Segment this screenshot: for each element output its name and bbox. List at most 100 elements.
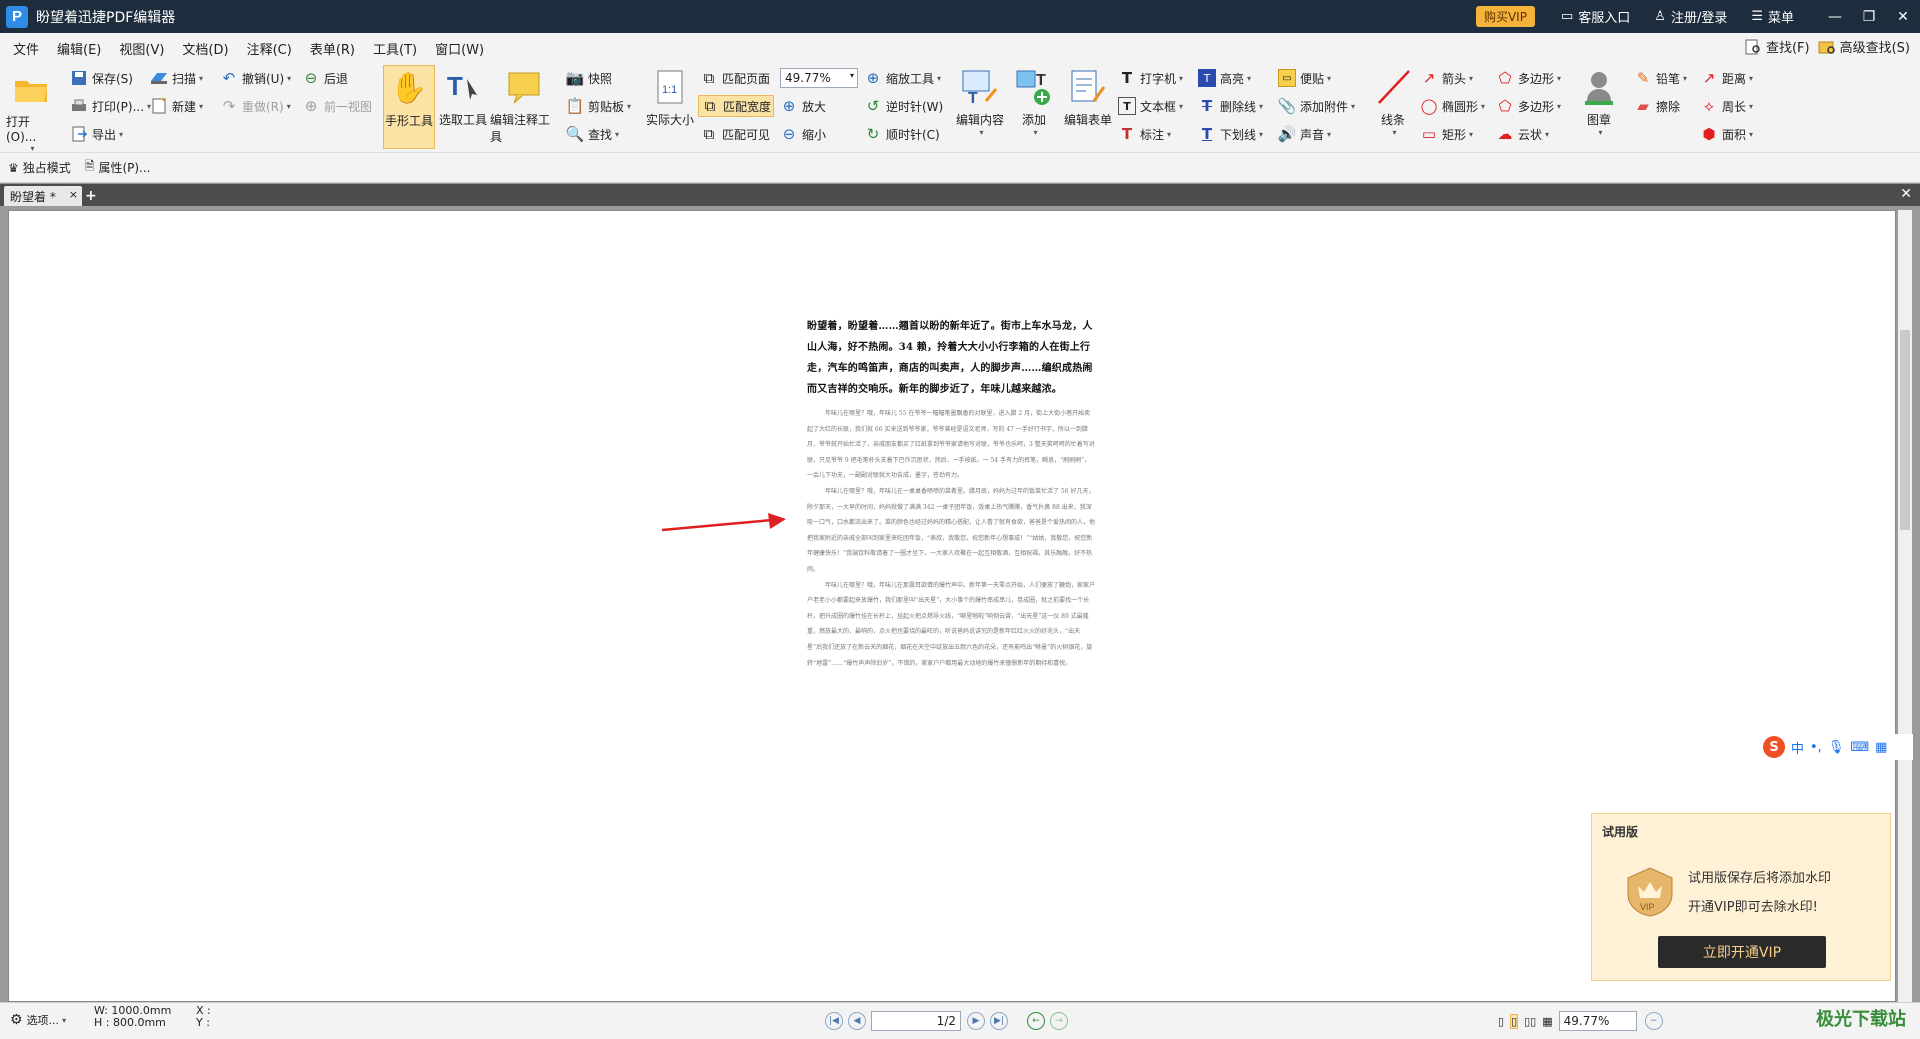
scrollbar-thumb[interactable] — [1900, 330, 1910, 530]
clipboard-button[interactable]: 📋 剪贴板 ▾ — [566, 97, 631, 115]
options-button[interactable]: ⚙ 选项... ▾ — [10, 1012, 66, 1028]
red-arrow-annotation[interactable] — [660, 510, 790, 550]
typewriter-button[interactable]: T 打字机 ▾ — [1118, 69, 1183, 87]
edit-content-button[interactable]: T 编辑内容 ▾ — [954, 65, 1006, 137]
rotate-cw-button[interactable]: ↻ 顺时针(C) — [864, 125, 940, 143]
pencil-tool-button[interactable]: ✎ 铅笔 ▾ — [1634, 69, 1687, 87]
cloud-tool-button[interactable]: ☁ 云状 ▾ — [1496, 125, 1550, 143]
facing-page-icon[interactable]: ▯▯ — [1524, 1015, 1536, 1028]
save-button[interactable]: 保存(S) — [70, 69, 133, 87]
menu-window[interactable]: 窗口(W) — [426, 39, 493, 58]
line-tool-button[interactable]: 线条 ▾ — [1370, 65, 1416, 137]
pdf-page[interactable]: 盼望着，盼望着……翘首以盼的新年近了。街市上车水马龙，人山人海，好不热闹。34 … — [807, 316, 1095, 766]
sound-button[interactable]: 🔊 声音 ▾ — [1278, 125, 1331, 143]
fit-visible-button[interactable]: ⧉ 匹配可见 — [700, 125, 770, 143]
first-page-icon[interactable]: |◀ — [825, 1012, 843, 1030]
menu-tools[interactable]: 工具(T) — [364, 39, 426, 58]
microphone-icon[interactable]: 🎙 — [1828, 740, 1845, 755]
find-tool-button[interactable]: 🔍 查找 ▾ — [566, 125, 619, 143]
customer-service-link[interactable]: ▭ 客服入口 — [1561, 7, 1630, 26]
login-link[interactable]: ♙ 注册/登录 — [1654, 7, 1727, 26]
back-button[interactable]: ⊖ 后退 — [302, 69, 348, 87]
close-document-icon[interactable]: ✕ — [1900, 186, 1912, 202]
distance-tool-button[interactable]: ↗ 距离 ▾ — [1700, 69, 1753, 87]
actual-size-button[interactable]: 1:1 实际大小 — [644, 65, 696, 128]
menu-button[interactable]: ☰ 菜单 — [1751, 7, 1794, 26]
continuous-page-icon[interactable]: ▯ — [1510, 1013, 1519, 1029]
vertical-scrollbar[interactable] — [1898, 210, 1912, 1002]
textbox-button[interactable]: T 文本框 ▾ — [1118, 97, 1183, 115]
single-page-icon[interactable]: ▯ — [1498, 1015, 1504, 1028]
rotate-ccw-button[interactable]: ↺ 逆时针(W) — [864, 97, 944, 115]
punctuation-icon[interactable]: •, — [1810, 740, 1822, 755]
status-zoom-out-icon[interactable]: − — [1644, 1012, 1663, 1030]
zoom-combo[interactable]: 49.77% ▾ — [780, 68, 858, 88]
underline-button[interactable]: T 下划线 ▾ — [1198, 125, 1263, 143]
sticky-note-button[interactable]: ▭ 便贴 ▾ — [1278, 69, 1331, 87]
zoom-in-button[interactable]: ⊕ 放大 — [780, 97, 826, 115]
polyline-tool-button[interactable]: ⬠ 多边形 ▾ — [1496, 97, 1561, 115]
open-button[interactable]: 打开(O)... ▾ — [6, 67, 56, 153]
arrow-tool-button[interactable]: ↗ 箭头 ▾ — [1420, 69, 1473, 87]
fit-page-button[interactable]: ⧉ 匹配页面 — [700, 69, 770, 87]
menu-edit[interactable]: 编辑(E) — [48, 39, 110, 58]
exclusive-mode-button[interactable]: ♛ 独占模式 — [8, 159, 71, 176]
export-button[interactable]: 导出 ▾ — [70, 125, 123, 143]
hand-tool-button[interactable]: ✋ 手形工具 — [383, 65, 435, 149]
app-title: 盼望着迅捷PDF编辑器 — [36, 9, 176, 26]
menu-file[interactable]: 文件 — [4, 39, 48, 58]
advanced-find-button[interactable]: 高级查找(S) — [1818, 37, 1910, 56]
forward-view-icon[interactable]: → — [1050, 1012, 1068, 1030]
perimeter-tool-button[interactable]: ⟡ 周长 ▾ — [1700, 97, 1753, 115]
highlight-button[interactable]: T 高亮 ▾ — [1198, 69, 1251, 87]
buy-vip-button[interactable]: 购买VIP — [1475, 6, 1535, 27]
new-tab-button[interactable]: + — [85, 188, 97, 204]
scan-button[interactable]: 扫描 ▾ — [150, 69, 203, 87]
redo-button[interactable]: ↷ 重做(R) ▾ — [220, 97, 291, 115]
attach-file-button[interactable]: 📎 添加附件 ▾ — [1278, 97, 1355, 115]
snapshot-button[interactable]: 📷 快照 — [566, 69, 612, 87]
document-tab[interactable]: 盼望着 * × — [4, 186, 82, 206]
stamp-button[interactable]: 图章 ▾ — [1576, 65, 1622, 137]
edit-form-button[interactable]: 编辑表单 — [1060, 65, 1116, 128]
fit-width-button[interactable]: ⧉ 匹配宽度 — [698, 95, 775, 117]
prev-page-icon[interactable]: ◀ — [848, 1012, 866, 1030]
ellipse-tool-button[interactable]: ◯ 椭圆形 ▾ — [1420, 97, 1485, 115]
menu-document[interactable]: 文档(D) — [173, 39, 237, 58]
area-tool-button[interactable]: ⬢ 面积 ▾ — [1700, 125, 1753, 143]
continuous-facing-icon[interactable]: ▦ — [1542, 1015, 1552, 1028]
eraser-tool-button[interactable]: ▰ 擦除 — [1634, 97, 1680, 115]
polygon-tool-button[interactable]: ⬠ 多边形 ▾ — [1496, 69, 1561, 87]
close-button[interactable]: ✕ — [1886, 9, 1920, 25]
menu-view[interactable]: 视图(V) — [110, 39, 173, 58]
zoom-tool-button[interactable]: ⊕ 缩放工具 ▾ — [864, 69, 941, 87]
undo-button[interactable]: ↶ 撤销(U) ▾ — [220, 69, 291, 87]
tab-close-icon[interactable]: × — [69, 188, 78, 201]
previous-view-button[interactable]: ⊕ 前一视图 — [302, 97, 372, 115]
add-button[interactable]: T 添加 ▾ — [1008, 65, 1060, 137]
print-button[interactable]: 打印(P)... ▾ — [70, 97, 151, 115]
properties-button[interactable]: 🗎 属性(P)... — [85, 157, 151, 178]
minimize-button[interactable]: — — [1818, 9, 1852, 25]
page-number-input[interactable]: 1/2 — [871, 1011, 961, 1031]
select-tool-button[interactable]: T 选取工具 — [437, 65, 489, 128]
next-page-icon[interactable]: ▶ — [967, 1012, 985, 1030]
new-button[interactable]: 新建 ▾ — [150, 97, 203, 115]
menu-form[interactable]: 表单(R) — [301, 39, 364, 58]
back-view-icon[interactable]: ← — [1027, 1012, 1045, 1030]
rectangle-tool-button[interactable]: ▭ 矩形 ▾ — [1420, 125, 1473, 143]
grid-icon[interactable]: ▦ — [1875, 740, 1887, 755]
find-button[interactable]: 查找(F) — [1744, 37, 1810, 56]
callout-button[interactable]: T 标注 ▾ — [1118, 125, 1171, 143]
strikeout-button[interactable]: T 删除线 ▾ — [1198, 97, 1263, 115]
keyboard-icon[interactable]: ⌨ — [1850, 740, 1869, 755]
status-zoom-combo[interactable]: 49.77% — [1558, 1011, 1637, 1031]
maximize-button[interactable]: ❐ — [1852, 9, 1886, 25]
zoom-out-button[interactable]: ⊖ 缩小 — [780, 125, 826, 143]
menu-comment[interactable]: 注释(C) — [238, 39, 301, 58]
edit-annotation-tool-button[interactable]: 编辑注释工具 — [490, 65, 560, 145]
open-vip-button[interactable]: 立即开通VIP — [1658, 936, 1826, 968]
last-page-icon[interactable]: ▶| — [990, 1012, 1008, 1030]
ime-toolbar[interactable]: S 中 •, 🎙 ⌨ ▦ — [1763, 734, 1913, 760]
ime-mode-label[interactable]: 中 — [1791, 738, 1804, 757]
